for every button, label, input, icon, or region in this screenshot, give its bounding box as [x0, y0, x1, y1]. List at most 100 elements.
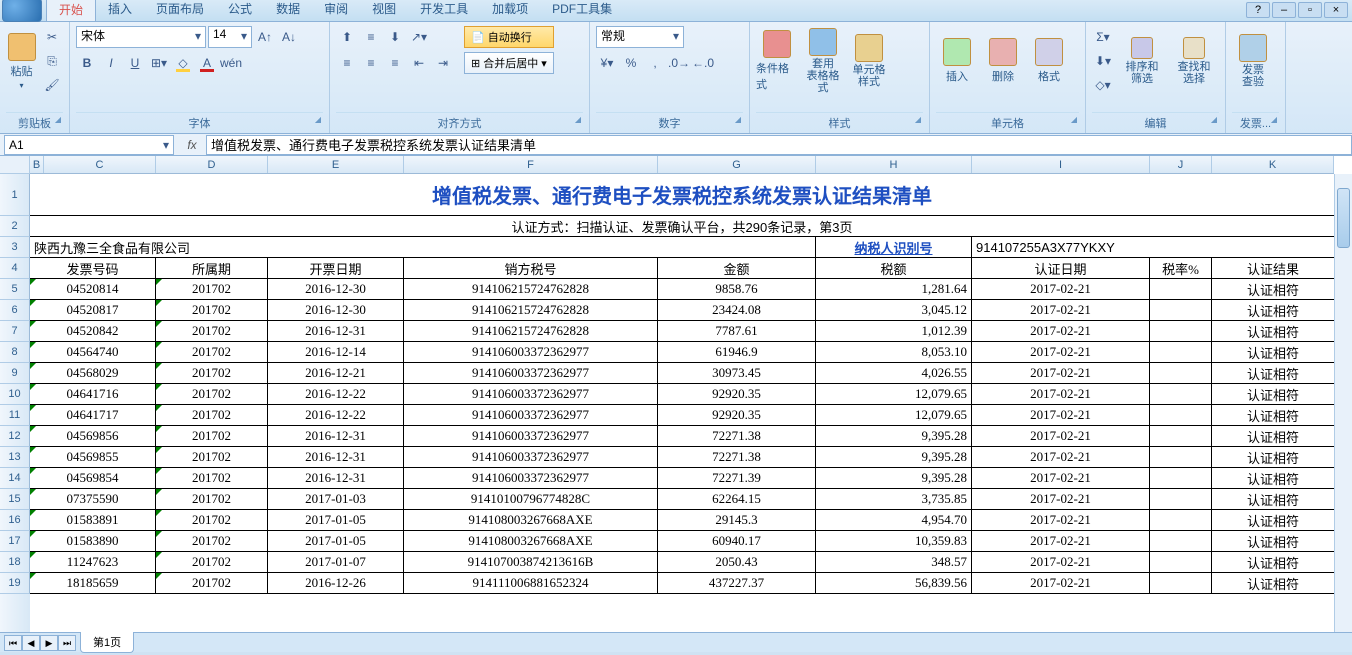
minimize-ribbon-icon[interactable]: – — [1272, 2, 1296, 18]
data-cell[interactable]: 201702 — [156, 300, 268, 320]
data-cell[interactable]: 2017-02-21 — [972, 573, 1150, 593]
row-header[interactable]: 5 — [0, 279, 30, 300]
data-cell[interactable]: 2016-12-31 — [268, 468, 404, 488]
insert-cells-button[interactable]: 插入 — [936, 26, 978, 96]
data-cell[interactable]: 04641717 — [30, 405, 156, 425]
data-cell[interactable]: 4,954.70 — [816, 510, 972, 530]
data-cell[interactable]: 201702 — [156, 426, 268, 446]
data-cell[interactable]: 2017-01-05 — [268, 531, 404, 551]
data-cell[interactable]: 92920.35 — [658, 384, 816, 404]
data-cell[interactable]: 62264.15 — [658, 489, 816, 509]
data-cell[interactable]: 914108003267668AXE — [404, 531, 658, 551]
row-header[interactable]: 18 — [0, 552, 30, 573]
data-cell[interactable]: 201702 — [156, 405, 268, 425]
sort-filter-button[interactable]: 排序和 筛选 — [1118, 26, 1166, 96]
data-cell[interactable]: 认证相符 — [1212, 363, 1334, 383]
column-header[interactable]: F — [404, 156, 658, 173]
merge-center-button[interactable]: ⊞ 合并后居中 ▾ — [464, 52, 554, 74]
data-cell[interactable]: 7787.61 — [658, 321, 816, 341]
align-right-button[interactable]: ≡ — [384, 52, 406, 74]
data-cell[interactable]: 01583891 — [30, 510, 156, 530]
font-size-combo[interactable]: 14 — [208, 26, 252, 48]
data-cell[interactable]: 9,395.28 — [816, 468, 972, 488]
data-cell[interactable]: 2017-02-21 — [972, 447, 1150, 467]
data-cell[interactable]: 72271.38 — [658, 447, 816, 467]
data-cell[interactable]: 201702 — [156, 279, 268, 299]
data-cell[interactable]: 认证相符 — [1212, 405, 1334, 425]
data-cell[interactable]: 9858.76 — [658, 279, 816, 299]
column-header[interactable]: G — [658, 156, 816, 173]
data-cell[interactable] — [1150, 531, 1212, 551]
row-header[interactable]: 3 — [0, 237, 30, 258]
data-cell[interactable]: 61946.9 — [658, 342, 816, 362]
data-cell[interactable] — [1150, 573, 1212, 593]
data-cell[interactable] — [1150, 489, 1212, 509]
sheet-next-button[interactable]: ▶ — [40, 635, 58, 651]
data-cell[interactable] — [1150, 468, 1212, 488]
data-cell[interactable]: 30973.45 — [658, 363, 816, 383]
inc-decimal-button[interactable]: .0→ — [668, 52, 690, 74]
formula-input[interactable]: 增值税发票、通行费电子发票税控系统发票认证结果清单 — [206, 135, 1352, 155]
column-header[interactable]: C — [44, 156, 156, 173]
invoice-check-button[interactable]: 发票 查验 — [1232, 26, 1274, 96]
data-cell[interactable]: 2017-02-21 — [972, 363, 1150, 383]
data-cell[interactable]: 04569855 — [30, 447, 156, 467]
fill-button[interactable]: ⬇▾ — [1092, 50, 1114, 72]
data-cell[interactable]: 2016-12-22 — [268, 384, 404, 404]
data-cell[interactable]: 72271.38 — [658, 426, 816, 446]
data-cell[interactable]: 认证相符 — [1212, 510, 1334, 530]
close-icon[interactable]: × — [1324, 2, 1348, 18]
ribbon-tab[interactable]: PDF工具集 — [540, 0, 624, 21]
data-cell[interactable] — [1150, 405, 1212, 425]
ribbon-tab[interactable]: 页面布局 — [144, 0, 216, 21]
data-cell[interactable]: 2016-12-31 — [268, 426, 404, 446]
data-cell[interactable] — [1150, 363, 1212, 383]
cut-button[interactable]: ✂ — [41, 26, 63, 48]
data-cell[interactable]: 07375590 — [30, 489, 156, 509]
data-cell[interactable]: 201702 — [156, 573, 268, 593]
column-header[interactable]: I — [972, 156, 1150, 173]
ribbon-tab[interactable]: 数据 — [264, 0, 312, 21]
data-cell[interactable]: 认证相符 — [1212, 321, 1334, 341]
font-name-combo[interactable]: 宋体 — [76, 26, 206, 48]
data-cell[interactable]: 914106215724762828 — [404, 321, 658, 341]
sheet-first-button[interactable]: ⏮ — [4, 635, 22, 651]
data-cell[interactable]: 认证相符 — [1212, 279, 1334, 299]
data-cell[interactable]: 2017-02-21 — [972, 321, 1150, 341]
data-cell[interactable] — [1150, 447, 1212, 467]
data-cell[interactable]: 3,045.12 — [816, 300, 972, 320]
data-cell[interactable]: 201702 — [156, 447, 268, 467]
data-cell[interactable]: 2016-12-30 — [268, 279, 404, 299]
border-button[interactable]: ⊞▾ — [148, 52, 170, 74]
data-cell[interactable]: 201702 — [156, 531, 268, 551]
select-all-corner[interactable] — [0, 156, 30, 174]
data-cell[interactable]: 认证相符 — [1212, 342, 1334, 362]
data-cell[interactable]: 1,012.39 — [816, 321, 972, 341]
data-cell[interactable]: 91410100796774828C — [404, 489, 658, 509]
data-cell[interactable]: 914106003372362977 — [404, 468, 658, 488]
data-cell[interactable] — [1150, 342, 1212, 362]
data-cell[interactable]: 914107003874213616B — [404, 552, 658, 572]
ribbon-tab[interactable]: 公式 — [216, 0, 264, 21]
ribbon-tab[interactable]: 视图 — [360, 0, 408, 21]
percent-button[interactable]: % — [620, 52, 642, 74]
format-cells-button[interactable]: 格式 — [1028, 26, 1070, 96]
sheet-last-button[interactable]: ⏭ — [58, 635, 76, 651]
data-cell[interactable]: 2017-01-03 — [268, 489, 404, 509]
data-cell[interactable]: 914111006881652324 — [404, 573, 658, 593]
data-cell[interactable]: 201702 — [156, 321, 268, 341]
row-header[interactable]: 10 — [0, 384, 30, 405]
font-color-button[interactable]: A — [196, 52, 218, 74]
data-cell[interactable]: 认证相符 — [1212, 384, 1334, 404]
data-cell[interactable]: 2017-02-21 — [972, 489, 1150, 509]
fill-color-button[interactable]: ◇ — [172, 52, 194, 74]
italic-button[interactable]: I — [100, 52, 122, 74]
help-icon[interactable]: ? — [1246, 2, 1270, 18]
data-cell[interactable]: 914106003372362977 — [404, 405, 658, 425]
data-cell[interactable]: 认证相符 — [1212, 300, 1334, 320]
data-cell[interactable]: 201702 — [156, 510, 268, 530]
delete-cells-button[interactable]: 删除 — [982, 26, 1024, 96]
data-cell[interactable]: 29145.3 — [658, 510, 816, 530]
ribbon-tab[interactable]: 开始 — [46, 0, 96, 21]
data-cell[interactable]: 认证相符 — [1212, 573, 1334, 593]
